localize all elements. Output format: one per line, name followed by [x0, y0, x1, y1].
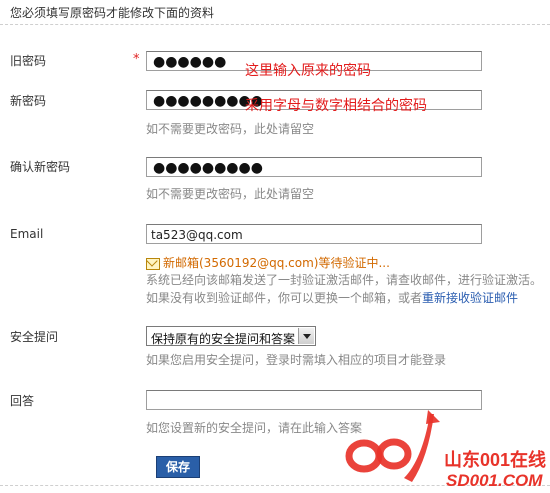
- old-password-label: 旧密码: [10, 54, 47, 68]
- old-password-value: ●●●●●●: [153, 54, 227, 70]
- required-mark: *: [133, 52, 140, 67]
- security-question-label: 安全提问: [10, 330, 59, 344]
- resend-verification-link[interactable]: 重新接收验证邮件: [422, 291, 518, 305]
- email-info-line1: 系统已经向该邮箱发送了一封验证激活邮件，请查收邮件，进行验证激活。: [146, 273, 543, 287]
- new-password-hint: 如不需要更改密码，此处请留空: [146, 122, 315, 136]
- email-pending-notice: 新邮箱(3560192@qq.com)等待验证中...: [146, 254, 390, 271]
- email-input[interactable]: ta523@qq.com: [146, 224, 482, 244]
- email-info-line2: 如果没有收到验证邮件，你可以更换一个邮箱，或者重新接收验证邮件: [146, 289, 518, 306]
- divider: [0, 24, 550, 25]
- watermark-brand: 山东001在线: [444, 449, 546, 470]
- answer-input[interactable]: [146, 390, 482, 410]
- security-question-selected: 保持原有的安全提问和答案: [151, 332, 296, 346]
- form-notice: 您必须填写原密码才能修改下面的资料: [10, 6, 215, 20]
- security-question-select[interactable]: 保持原有的安全提问和答案: [146, 326, 316, 346]
- confirm-password-input[interactable]: ●●●●●●●●●: [146, 157, 482, 177]
- email-info-line2-text: 如果没有收到验证邮件，你可以更换一个邮箱，或者: [146, 291, 423, 305]
- security-question-hint: 如果您启用安全提问，登录时需填入相应的项目才能登录: [146, 353, 447, 367]
- confirm-password-value: ●●●●●●●●●: [153, 160, 263, 176]
- confirm-password-hint: 如不需要更改密码，此处请留空: [146, 187, 315, 201]
- email-pending-text: 新邮箱(3560192@qq.com)等待验证中...: [163, 256, 390, 270]
- watermark-domain: SD001.COM: [446, 471, 543, 490]
- save-button[interactable]: 保存: [156, 456, 200, 478]
- email-value: ta523@qq.com: [151, 228, 243, 242]
- new-password-label: 新密码: [10, 94, 47, 108]
- email-label: Email: [10, 227, 44, 241]
- confirm-password-label: 确认新密码: [10, 160, 71, 174]
- mail-icon: [146, 257, 160, 270]
- old-password-annotation: 这里输入原来的密码: [245, 63, 371, 79]
- answer-label: 回答: [10, 394, 35, 408]
- answer-hint: 如您设置新的安全提问，请在此输入答案: [146, 421, 363, 435]
- watermark-logo-graphic: 山东001在线 SD001.COM: [345, 410, 546, 490]
- chevron-down-icon[interactable]: [298, 328, 314, 344]
- new-password-annotation: 采用字母与数字相结合的密码: [245, 98, 427, 114]
- watermark-logo: 山东001在线 SD001.COM: [342, 408, 550, 490]
